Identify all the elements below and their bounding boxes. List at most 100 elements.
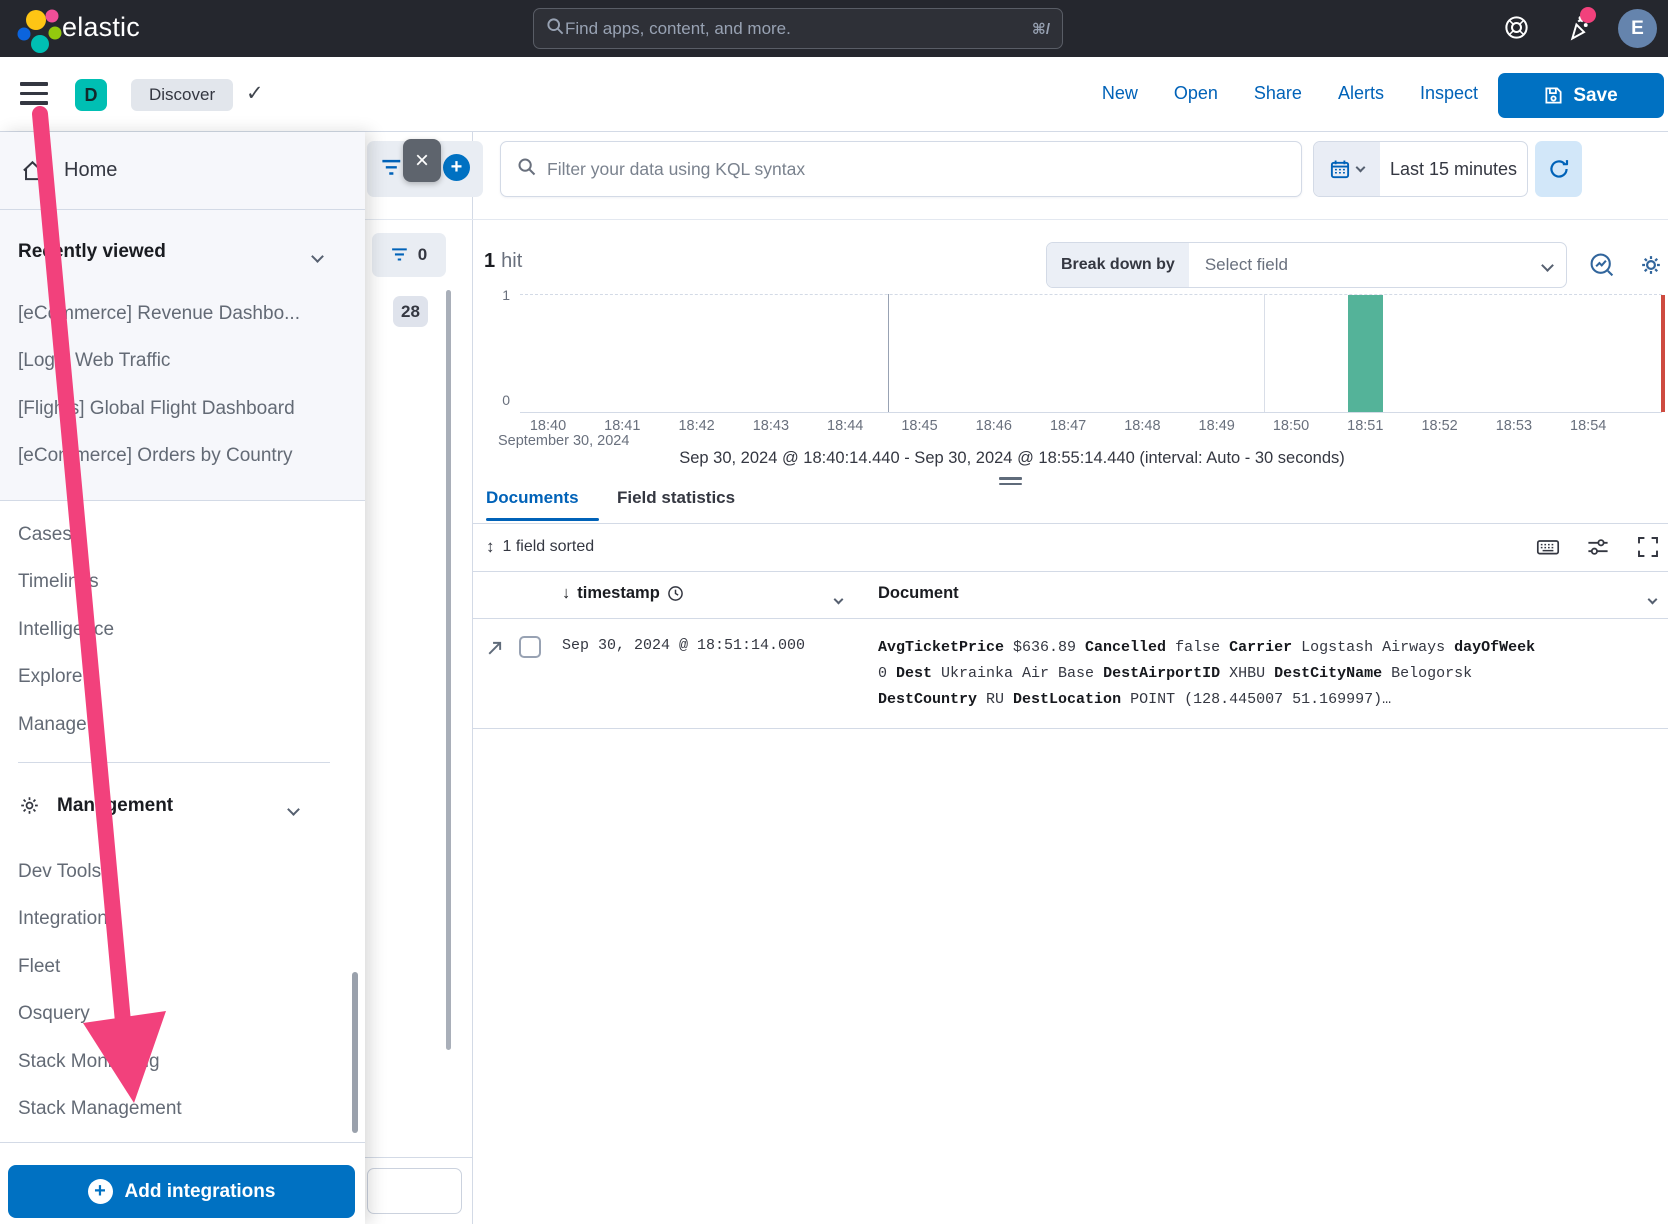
toolbar-actions: New Open Share Alerts Inspect (1102, 83, 1478, 104)
user-avatar[interactable]: E (1618, 9, 1657, 48)
column-header-timestamp[interactable]: ↓ timestamp (562, 584, 684, 603)
close-icon[interactable]: × (403, 139, 441, 182)
refresh-button[interactable] (1535, 141, 1582, 197)
sort-label: 1 field sorted (503, 538, 595, 556)
nav-item-management-fleet[interactable]: Fleet (0, 943, 365, 991)
nav-item-management-dev-tools[interactable]: Dev Tools (0, 848, 365, 896)
add-field-button[interactable]: + (443, 154, 470, 181)
nav-item-recent--logs-web-traffic[interactable]: [Logs] Web Traffic (0, 338, 365, 386)
time-range-picker[interactable]: Last 15 minutes (1313, 141, 1528, 197)
x-axis-tick: 18:51 (1333, 418, 1397, 434)
menu-hamburger-icon[interactable] (20, 82, 48, 107)
field-filters-button[interactable]: 0 (372, 233, 446, 277)
fields-scrollbar[interactable] (446, 290, 451, 1050)
field-search-input[interactable] (367, 1168, 462, 1214)
display-options-icon[interactable] (1586, 535, 1610, 564)
search-shortcut-hint: ⌘/ (1032, 20, 1050, 38)
nav-item-solution-explore[interactable]: Explore (0, 654, 365, 702)
tab-field-statistics[interactable]: Field statistics (617, 488, 735, 508)
toolbar-link-share[interactable]: Share (1254, 83, 1302, 104)
kql-query-bar[interactable] (500, 141, 1302, 197)
sort-fields-button[interactable]: ↕ 1 field sorted (486, 537, 594, 557)
notification-badge (1580, 7, 1596, 23)
panel-resize-handle[interactable] (999, 477, 1022, 488)
toolbar-link-new[interactable]: New (1102, 83, 1138, 104)
breakdown-select[interactable]: Select field (1189, 243, 1543, 287)
toolbar-link-inspect[interactable]: Inspect (1420, 83, 1478, 104)
global-search[interactable]: ⌘/ (533, 8, 1063, 49)
add-integrations-label: Add integrations (125, 1181, 276, 1203)
x-axis-tick: 18:41 (590, 418, 654, 434)
date-picker-menu[interactable] (1314, 142, 1380, 196)
global-search-input[interactable] (565, 19, 1032, 39)
nav-item-home[interactable]: Home (0, 148, 365, 192)
x-axis-tick: 18:45 (888, 418, 952, 434)
y-axis-label-max: 1 (490, 287, 510, 303)
keyboard-shortcuts-icon[interactable] (1536, 535, 1560, 564)
help-icon[interactable] (1503, 14, 1531, 42)
x-axis-tick: 18:44 (813, 418, 877, 434)
nav-item-recent--ecommerce-orders-by-country[interactable]: [eCommerce] Orders by Country (0, 433, 365, 481)
nav-item-management-osquery[interactable]: Osquery (0, 991, 365, 1039)
brand-name: elastic (62, 12, 140, 43)
kibana-discover-page: elastic ⌘/ E D Discover ✓ New Open Share Al… (0, 0, 1668, 1224)
nav-scrollbar[interactable] (352, 972, 358, 1133)
histogram-chart: 1 0 18:4018:4118:4218:4318:4418:4518:461… (472, 282, 1668, 454)
nav-item-solution-cases[interactable]: Cases (0, 511, 365, 559)
nav-item-management-stack-monitoring[interactable]: Stack Monitoring (0, 1038, 365, 1086)
select-document-checkbox[interactable] (519, 636, 541, 658)
time-range-value[interactable]: Last 15 minutes (1380, 142, 1527, 196)
column-header-document[interactable]: Document (878, 584, 959, 603)
nav-item-management-integrations[interactable]: Integrations (0, 896, 365, 944)
timestamp-cell: Sep 30, 2024 @ 18:51:14.000 (562, 637, 805, 654)
chart-options-gear-icon[interactable] (1638, 252, 1664, 278)
sort-descending-icon: ↓ (562, 584, 570, 603)
divider (18, 762, 330, 763)
document-table-row[interactable]: Sep 30, 2024 @ 18:51:14.000 AvgTicketPri… (473, 619, 1668, 729)
fullscreen-icon[interactable] (1636, 535, 1660, 564)
gear-icon (18, 794, 41, 817)
x-axis-tick: 18:49 (1185, 418, 1249, 434)
chevron-down-icon (1356, 162, 1366, 172)
nav-item-solution-intelligence[interactable]: Intelligence (0, 606, 365, 654)
space-avatar[interactable]: D (75, 79, 107, 111)
histogram-bar[interactable] (1348, 295, 1383, 412)
elastic-logo-icon[interactable] (14, 5, 62, 53)
tab-documents[interactable]: Documents (486, 488, 579, 508)
clock-icon (667, 585, 684, 602)
breakdown-label: Break down by (1047, 243, 1189, 287)
divider (365, 219, 1668, 220)
nav-item-recent--ecommerce-revenue-dashbo-[interactable]: [eCommerce] Revenue Dashbo... (0, 290, 365, 338)
add-integrations-button[interactable]: + Add integrations (8, 1165, 355, 1218)
filter-icon[interactable] (381, 157, 403, 179)
recently-viewed-title: Recently viewed (18, 241, 166, 263)
doc-field-value: Belogorsk (1382, 665, 1472, 682)
chevron-down-icon[interactable] (289, 801, 298, 819)
search-icon (517, 157, 537, 182)
x-axis-tick: 18:40 (516, 418, 580, 434)
nav-item-recent--flights-global-flight-dashboard[interactable]: [Flights] Global Flight Dashboard (0, 385, 365, 433)
kql-input[interactable] (547, 159, 1285, 180)
document-column-menu-icon[interactable] (1649, 590, 1656, 608)
doc-field-value: XHBU (1220, 665, 1274, 682)
documents-grid-toolbar: ↕ 1 field sorted (473, 524, 1668, 572)
save-button[interactable]: Save (1498, 73, 1664, 118)
doc-field-name: DestLocation (1013, 691, 1121, 708)
nav-section-management[interactable]: Management (18, 794, 173, 817)
chevron-down-icon[interactable] (313, 248, 322, 266)
saved-state-check-icon: ✓ (246, 81, 264, 106)
nav-item-management-stack-management[interactable]: Stack Management (0, 1086, 365, 1134)
gridline-vertical-light (1264, 294, 1265, 412)
nav-item-solution-timelines[interactable]: Timelines (0, 559, 365, 607)
x-axis-date-label: September 30, 2024 (498, 433, 629, 449)
timestamp-column-menu-icon[interactable] (835, 590, 842, 608)
breadcrumb-discover-button[interactable]: Discover (131, 79, 233, 111)
sort-icon: ↕ (486, 537, 495, 557)
toolbar-link-open[interactable]: Open (1174, 83, 1218, 104)
edit-visualization-icon[interactable] (1589, 252, 1615, 278)
x-axis-tick: 18:50 (1259, 418, 1323, 434)
toolbar-link-alerts[interactable]: Alerts (1338, 83, 1384, 104)
nav-section-recently-viewed[interactable]: Recently viewed (18, 241, 166, 263)
expand-document-icon[interactable] (486, 639, 504, 662)
nav-item-solution-manage[interactable]: Manage (0, 701, 365, 749)
